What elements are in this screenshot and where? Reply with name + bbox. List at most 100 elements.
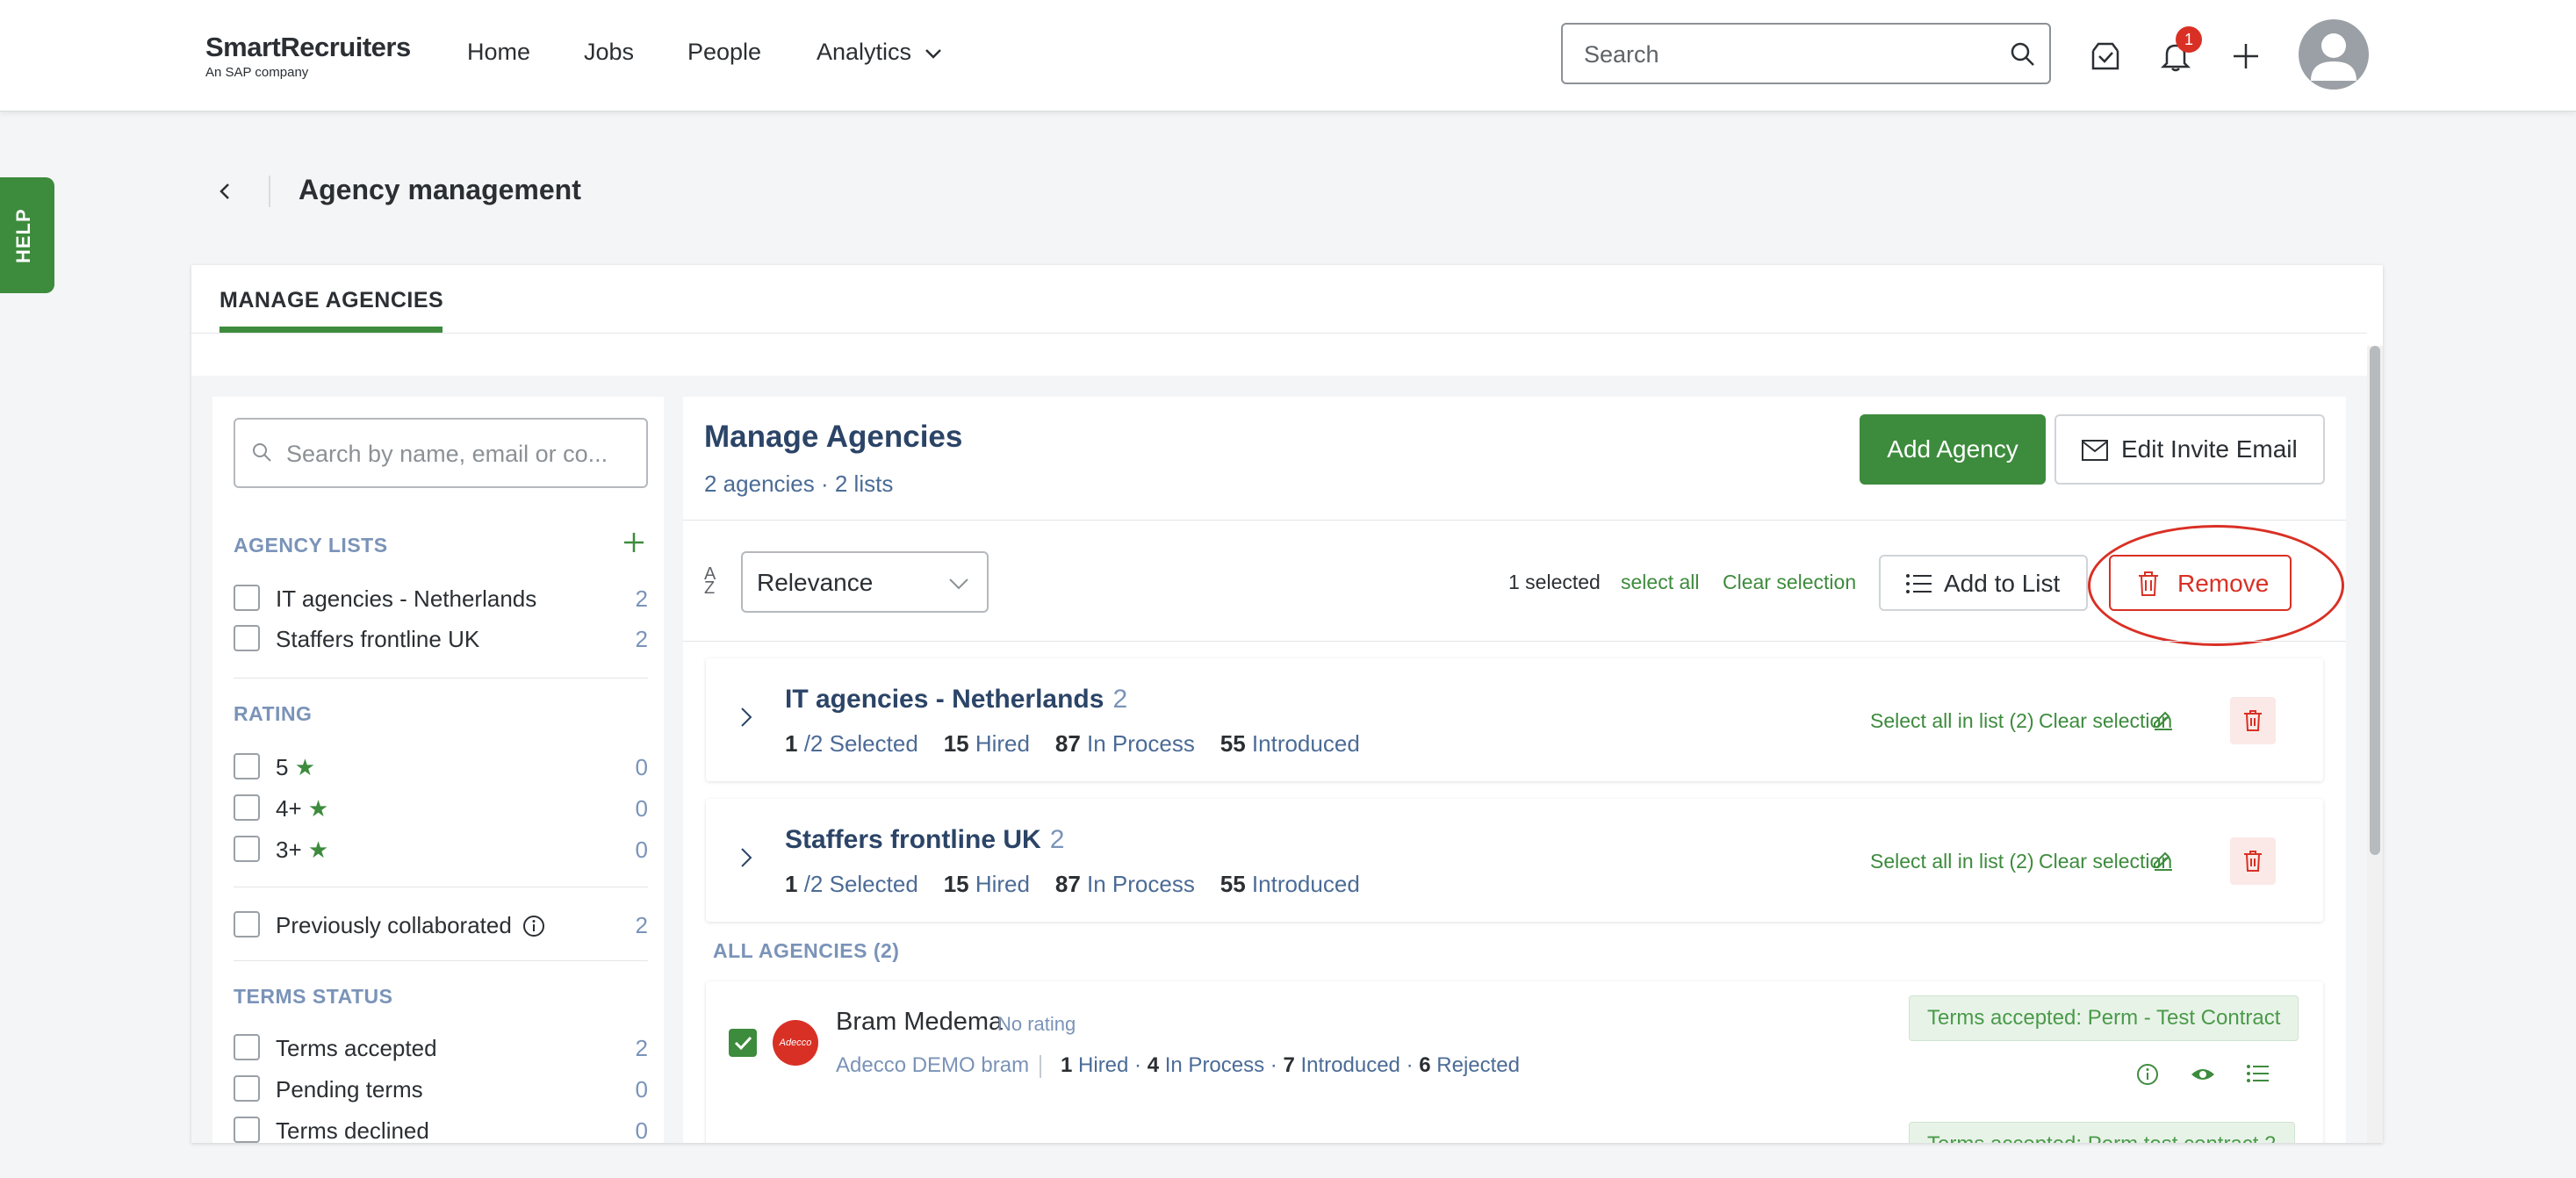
stat-introduced-label: Introduced xyxy=(1245,871,1360,897)
agency-name[interactable]: Bram Medema xyxy=(836,1008,1003,1037)
pencil-icon[interactable] xyxy=(2151,708,2174,730)
stat-in-process: 87 xyxy=(1054,871,1081,897)
filter-count: 2 xyxy=(635,585,648,612)
list-agency-count: 2 xyxy=(1112,685,1128,714)
checkbox[interactable] xyxy=(234,1075,260,1102)
stat-hired: 15 xyxy=(943,871,969,897)
filter-label: Terms declined xyxy=(276,1117,429,1143)
list-icon[interactable] xyxy=(2246,1062,2270,1085)
agency-list-card[interactable]: Staffers frontline UK 2 1 /2 Selected 15 … xyxy=(706,799,2323,922)
back-chevron-icon[interactable] xyxy=(216,181,234,202)
logo-wordmark: SmartRecruiters xyxy=(205,32,411,62)
stats-separator xyxy=(1040,1055,1041,1078)
filter-rating-5[interactable]: 5 ★ 0 xyxy=(234,751,648,781)
panel-title: Manage Agencies xyxy=(704,420,963,454)
rating-heading: RATING xyxy=(234,702,313,725)
select-all-in-list-link[interactable]: Select all in list (2) xyxy=(1870,709,2034,733)
stat-in-process-label: In Process xyxy=(1080,871,1195,897)
global-search-input[interactable] xyxy=(1582,37,1998,72)
delete-list-button[interactable] xyxy=(2230,697,2276,744)
add-list-plus-icon[interactable] xyxy=(622,530,646,555)
info-icon[interactable] xyxy=(522,914,546,938)
search-icon[interactable] xyxy=(2009,40,2037,68)
chevron-right-icon[interactable] xyxy=(739,706,753,729)
eye-icon[interactable] xyxy=(2190,1062,2216,1087)
sort-az-icon[interactable]: AZ xyxy=(704,565,716,597)
user-avatar[interactable] xyxy=(2299,19,2369,90)
filter-label: IT agencies - Netherlands xyxy=(276,585,537,612)
stat-selected: 1 xyxy=(785,730,798,757)
smartrecruiters-logo[interactable]: SmartRecruiters An SAP company xyxy=(205,32,411,80)
filter-rating-3plus[interactable]: 3+ ★ 0 xyxy=(234,834,648,864)
info-icon[interactable] xyxy=(2135,1062,2160,1087)
agency-checkbox-checked[interactable] xyxy=(729,1029,757,1057)
logo-subtitle: An SAP company xyxy=(205,65,309,80)
agency-management-card: MANAGE AGENCIES AGENCY LISTS IT agencies… xyxy=(191,265,2383,1143)
checkbox[interactable] xyxy=(234,1117,260,1143)
agency-list-card[interactable]: IT agencies - Netherlands 2 1 /2 Selected… xyxy=(706,658,2323,781)
nav-jobs[interactable]: Jobs xyxy=(584,39,634,66)
filter-pending-terms[interactable]: Pending terms 0 xyxy=(234,1074,648,1103)
inbox-check-icon[interactable] xyxy=(2088,39,2123,74)
delete-list-button[interactable] xyxy=(2230,837,2276,885)
agency-stats: 1 Hired · 4 In Process · 7 Introduced · … xyxy=(1061,1053,1520,1078)
stat-hired: 1 xyxy=(1061,1053,1073,1077)
checkbox[interactable] xyxy=(234,836,260,862)
notification-badge: 1 xyxy=(2176,26,2202,53)
sort-dropdown[interactable]: Relevance xyxy=(741,551,989,613)
stat-in-process-label: In Process xyxy=(1080,730,1195,757)
checkbox[interactable] xyxy=(234,585,260,611)
checkbox[interactable] xyxy=(234,625,260,651)
add-to-list-button[interactable]: Add to List xyxy=(1879,555,2088,611)
stat-in-process: 4 xyxy=(1147,1053,1160,1077)
user-silhouette-icon xyxy=(2311,33,2357,81)
stat-introduced: 55 xyxy=(1220,730,1246,757)
filter-terms-accepted[interactable]: Terms accepted 2 xyxy=(234,1032,648,1062)
sort-value: Relevance xyxy=(757,569,874,596)
active-tab-indicator xyxy=(219,327,443,333)
stat-rejected-label: Rejected xyxy=(1430,1053,1520,1077)
clear-selection-link[interactable]: Clear selection xyxy=(1723,571,1856,594)
filter-label: 5 ★ xyxy=(276,754,315,781)
plus-icon[interactable] xyxy=(2228,39,2263,74)
filter-list-staffers-uk[interactable]: Staffers frontline UK 2 xyxy=(234,623,648,653)
next-terms-status-badge: Terms accepted: Perm test contract 2 xyxy=(1909,1122,2295,1143)
nav-people[interactable]: People xyxy=(687,39,761,66)
filter-count: 2 xyxy=(635,1035,648,1061)
checkbox[interactable] xyxy=(234,911,260,937)
nav-analytics[interactable]: Analytics xyxy=(817,39,943,66)
nav-home[interactable]: Home xyxy=(467,39,530,66)
nav-analytics-label: Analytics xyxy=(817,39,912,65)
envelope-icon xyxy=(2082,440,2108,461)
checkbox[interactable] xyxy=(234,1034,260,1060)
filter-previously-collaborated[interactable]: Previously collaborated 2 xyxy=(234,909,648,939)
checkbox[interactable] xyxy=(234,753,260,779)
select-all-in-list-link[interactable]: Select all in list (2) xyxy=(1870,850,2034,873)
help-tab[interactable]: HELP xyxy=(0,177,54,293)
tab-manage-agencies[interactable]: MANAGE AGENCIES xyxy=(219,288,443,313)
filter-sidebar: AGENCY LISTS IT agencies - Netherlands 2… xyxy=(212,397,664,1143)
stat-hired: 15 xyxy=(943,730,969,757)
agencies-panel: Manage Agencies 2 agencies · 2 lists Add… xyxy=(683,397,2346,1143)
agency-rating: No rating xyxy=(997,1013,1076,1035)
chevron-right-icon[interactable] xyxy=(739,846,753,869)
filter-label: 3+ ★ xyxy=(276,837,328,864)
filter-count: 2 xyxy=(635,912,648,938)
scrollbar-thumb[interactable] xyxy=(2370,346,2380,855)
filter-terms-declined[interactable]: Terms declined 0 xyxy=(234,1115,648,1143)
checkbox[interactable] xyxy=(234,794,260,821)
add-agency-button[interactable]: Add Agency xyxy=(1860,414,2046,485)
edit-invite-email-button[interactable]: Edit Invite Email xyxy=(2054,414,2325,485)
section-divider xyxy=(234,960,648,961)
pencil-icon[interactable] xyxy=(2151,848,2174,871)
select-all-link[interactable]: select all xyxy=(1621,571,1699,594)
filter-count: 0 xyxy=(635,1076,648,1103)
terms-status-heading: TERMS STATUS xyxy=(234,985,393,1008)
agency-search-input[interactable] xyxy=(284,435,639,472)
filter-rating-4plus[interactable]: 4+ ★ 0 xyxy=(234,793,648,822)
filter-list-it-agencies[interactable]: IT agencies - Netherlands 2 xyxy=(234,583,648,613)
agency-company: Adecco DEMO bram xyxy=(836,1053,1030,1077)
add-to-list-label: Add to List xyxy=(1944,570,2061,597)
agency-logo: Adecco xyxy=(773,1020,818,1066)
agency-card[interactable]: Adecco Bram Medema No rating Adecco DEMO… xyxy=(706,981,2323,1143)
